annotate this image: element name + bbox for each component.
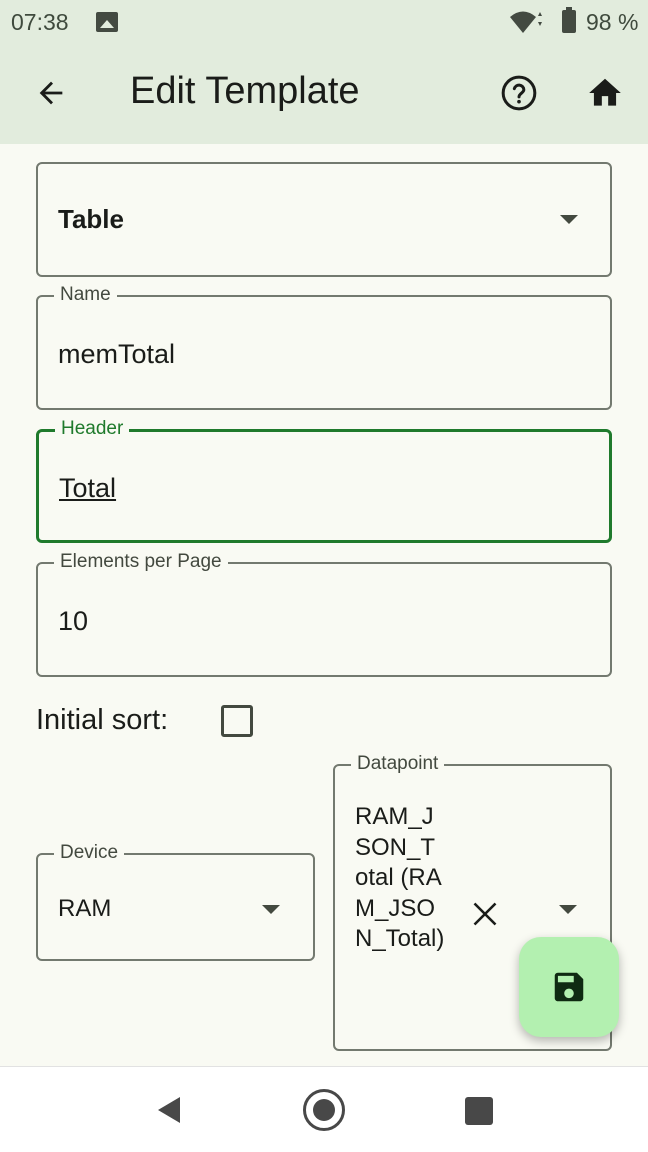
chevron-down-icon (559, 905, 577, 914)
datapoint-value: RAM_JSON_Total (RAM_JSON_Total) (355, 803, 445, 952)
page-title: Edit Template (130, 70, 360, 112)
back-arrow-icon (39, 81, 63, 105)
system-nav-bar (0, 1066, 648, 1152)
initial-sort-label: Initial sort: (36, 704, 169, 736)
close-icon (473, 902, 497, 926)
template-type-select[interactable]: Table (36, 162, 612, 277)
elements-per-page-field[interactable]: Elements per Page 10 (36, 551, 612, 677)
home-icon (589, 78, 621, 106)
elements-per-page-value: 10 (58, 606, 89, 636)
help-icon (501, 75, 537, 111)
image-icon (96, 12, 118, 32)
back-button[interactable] (26, 68, 76, 118)
help-button[interactable] (494, 68, 544, 118)
clear-datapoint-button[interactable] (461, 890, 509, 938)
initial-sort-checkbox[interactable] (221, 705, 253, 737)
status-time: 07:38 (11, 9, 69, 35)
datapoint-label: Datapoint (351, 753, 445, 775)
device-label: Device (54, 842, 125, 864)
nav-recents-icon[interactable] (465, 1097, 493, 1125)
home-button[interactable] (580, 68, 630, 118)
chevron-down-icon (560, 215, 578, 224)
nav-home-icon[interactable] (303, 1089, 345, 1131)
template-type-value: Table (58, 204, 124, 234)
elements-per-page-label: Elements per Page (54, 551, 228, 573)
header-value: Total (59, 473, 117, 503)
app-bar: Edit Template (0, 44, 648, 144)
name-field[interactable]: Name memTotal (36, 284, 612, 410)
status-bar: 07:38 98 % (0, 0, 648, 44)
save-icon (554, 972, 584, 1002)
nav-back-icon[interactable] (152, 1093, 186, 1127)
device-value: RAM (58, 895, 112, 922)
header-label: Header (55, 418, 130, 440)
name-value: memTotal (58, 339, 176, 369)
battery-icon (562, 7, 576, 33)
battery-percentage: 98 % (586, 9, 639, 35)
header-field[interactable]: Header Total (36, 418, 612, 543)
save-button[interactable] (519, 937, 619, 1037)
device-select[interactable]: Device RAM (36, 842, 315, 961)
chevron-down-icon (262, 905, 280, 914)
name-label: Name (54, 284, 117, 306)
wifi-icon (510, 11, 542, 33)
